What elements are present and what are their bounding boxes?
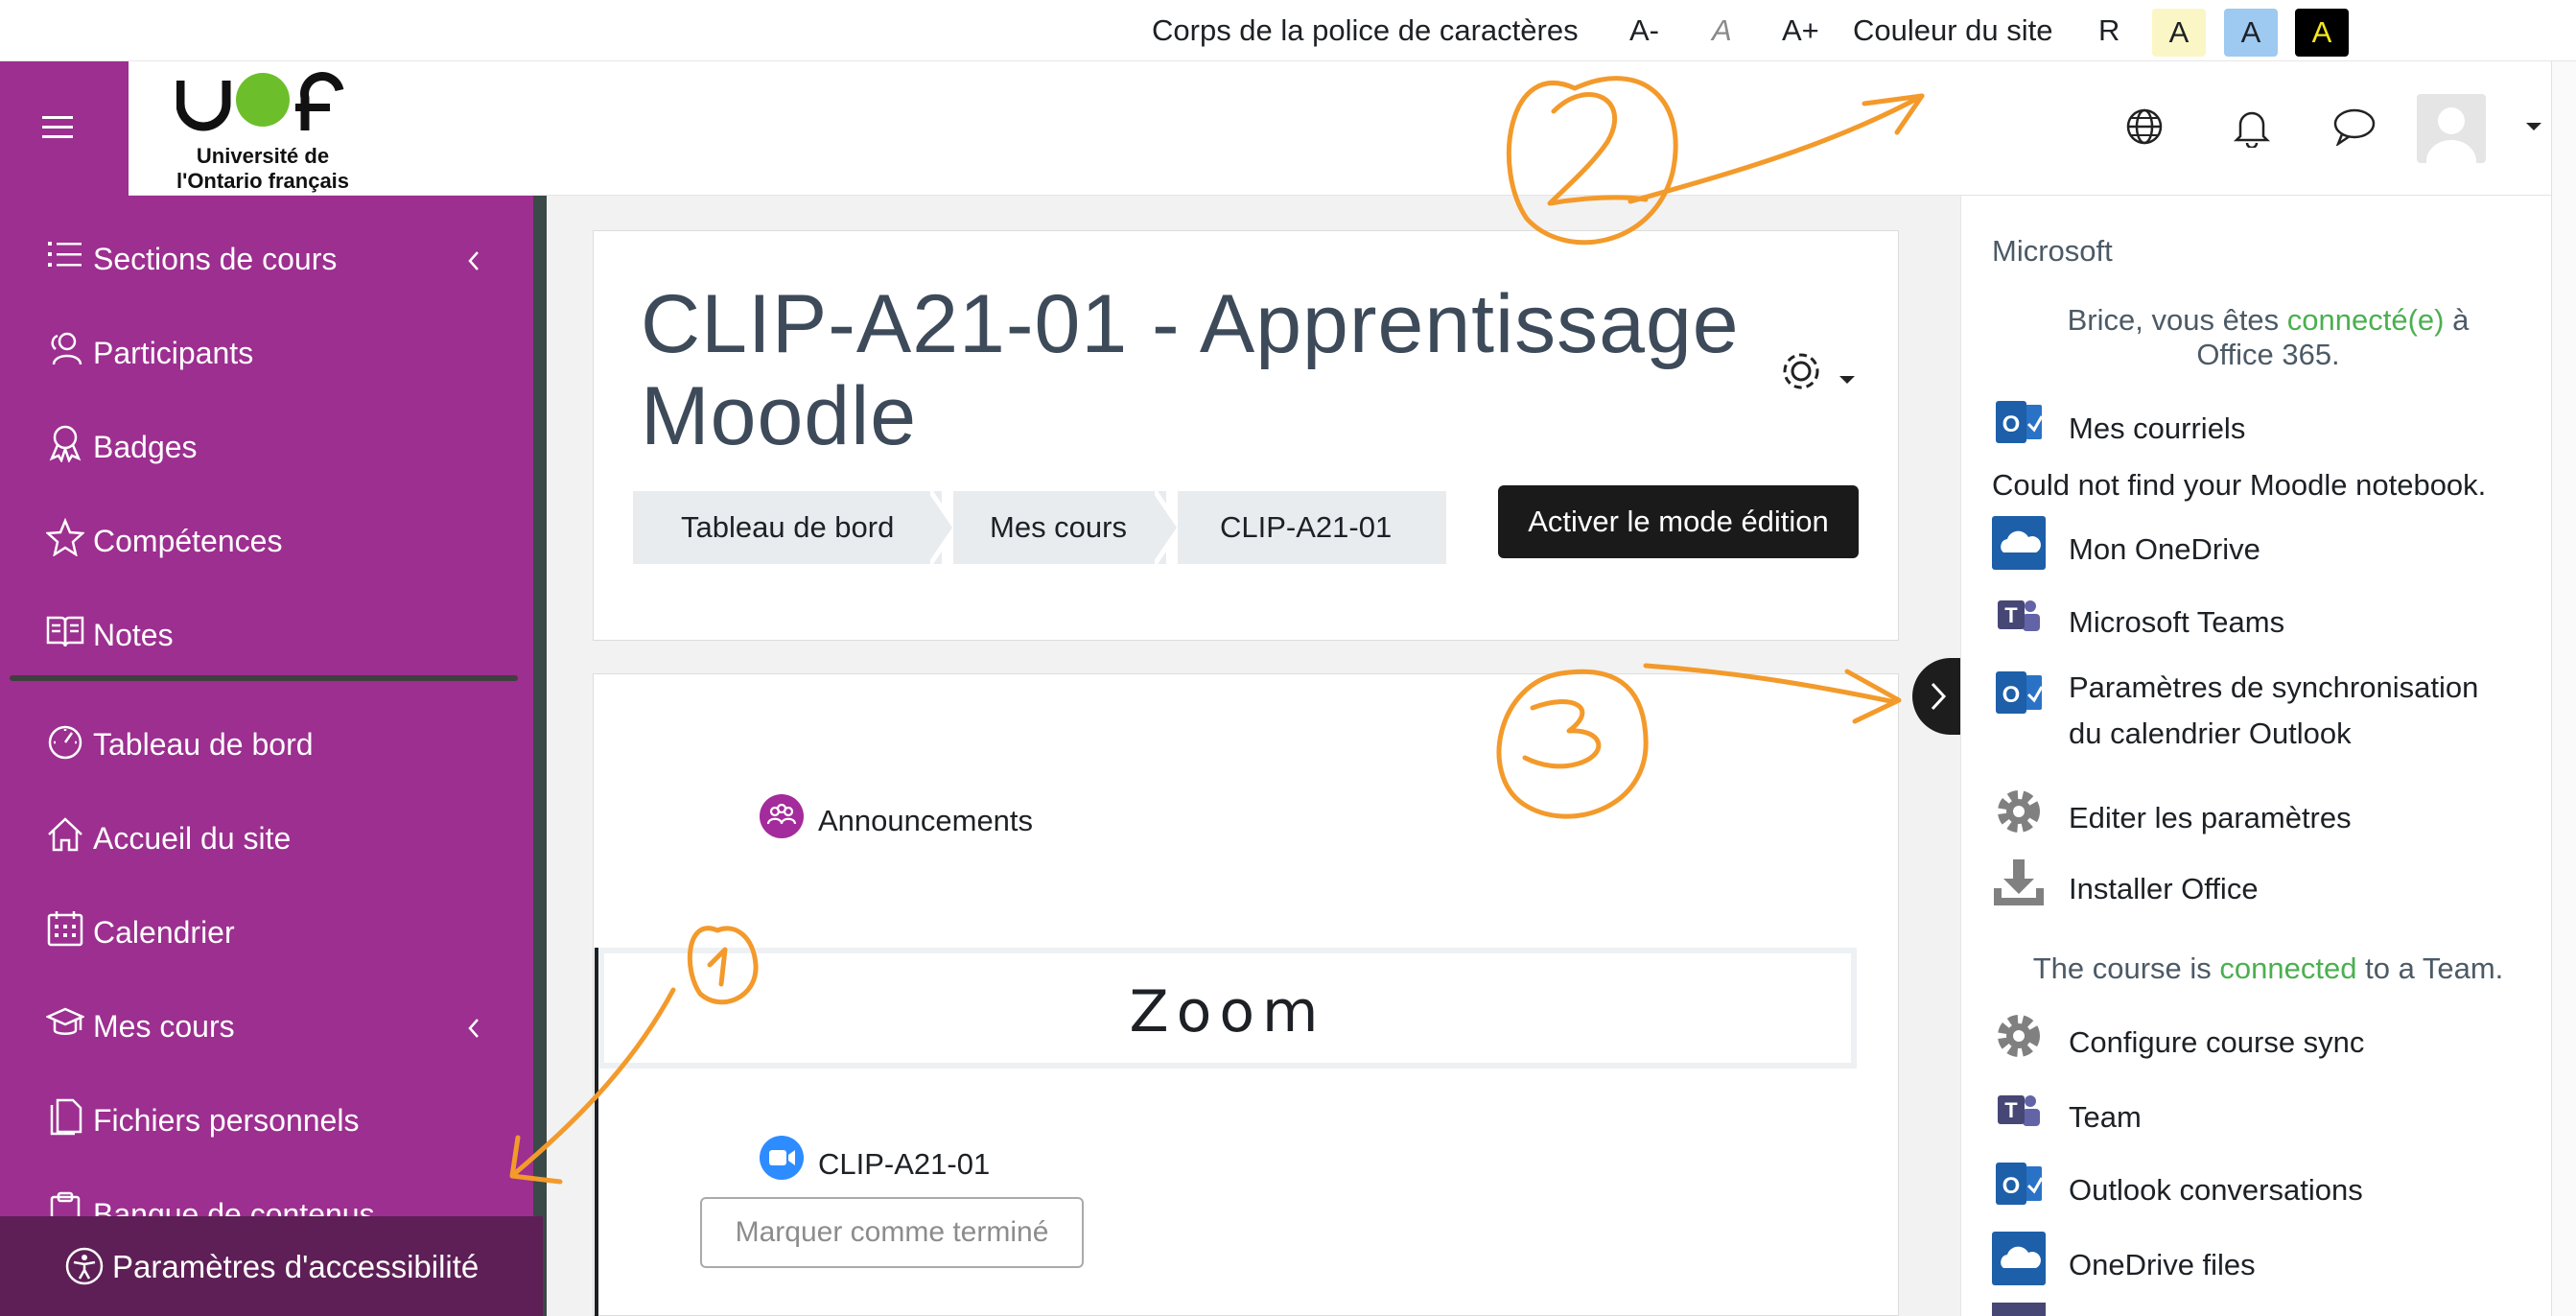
block-heading: Microsoft [1992, 234, 2113, 268]
logo-subtitle: Université de l'Ontario français [176, 144, 350, 193]
teams-icon: T [1998, 1095, 2040, 1126]
page-title: CLIP-A21-01 - Apprentissage Moodle [641, 278, 1740, 462]
page-scrollbar[interactable] [2551, 61, 2576, 1316]
onedrive-icon [1992, 1232, 2046, 1285]
outlook-icon: O [1996, 1163, 2044, 1205]
graduation-cap-icon [46, 1007, 84, 1035]
nav-item-dashboard[interactable]: Tableau de bord [0, 691, 533, 783]
nav-item-sections[interactable]: Sections de cours [0, 205, 533, 297]
zoom-activity-link[interactable]: CLIP-A21-01 [818, 1147, 990, 1182]
nav-label: Participants [93, 336, 254, 370]
breadcrumb-course[interactable]: CLIP-A21-01 [1178, 491, 1446, 564]
notebook-message: Could not find your Moodle notebook. [1992, 468, 2487, 502]
forum-icon [760, 794, 804, 838]
svg-text:T: T [2004, 603, 2018, 627]
uof-logo-mark [176, 72, 344, 131]
accessibility-settings-button[interactable]: Paramètres d'accessibilité [0, 1216, 543, 1316]
teams-icon [1992, 1303, 2046, 1316]
users-icon [51, 332, 82, 365]
color-blue-button[interactable]: A [2224, 9, 2278, 57]
chevron-left-icon [468, 251, 479, 270]
nav-label: Mes cours [93, 1009, 235, 1044]
dashboard-icon [48, 725, 82, 760]
course-settings-menu[interactable] [1774, 347, 1855, 395]
outlook-icon: O [1996, 671, 2044, 714]
team-connection-status: The course is connected to a Team. [2032, 952, 2504, 985]
nav-item-my-courses[interactable]: Mes cours [0, 973, 533, 1065]
list-icon [48, 242, 82, 267]
book-icon [46, 616, 84, 647]
nav-label: Accueil du site [93, 821, 292, 856]
badge-icon [49, 425, 82, 462]
gear-icon [1998, 790, 2040, 833]
site-logo[interactable] [176, 61, 349, 143]
font-decrease-button[interactable]: A- [1629, 13, 1659, 48]
nav-label: Sections de cours [93, 242, 338, 276]
accessibility-settings-label: Paramètres d'accessibilité [112, 1249, 480, 1284]
color-reset-button[interactable]: R [2098, 13, 2119, 48]
gear-icon [1998, 1015, 2040, 1057]
home-icon [48, 817, 82, 852]
nav-label: Fichiers personnels [93, 1103, 360, 1138]
accessibility-icon [65, 1247, 104, 1285]
nav-label: Calendrier [93, 915, 235, 950]
gear-icon [1783, 353, 1819, 389]
font-reset-button[interactable]: A [1712, 13, 1732, 48]
section-zoom: Zoom [598, 948, 1857, 1069]
breadcrumb-dashboard[interactable]: Tableau de bord [633, 491, 942, 564]
hamburger-icon [42, 126, 73, 129]
font-increase-button[interactable]: A+ [1782, 13, 1819, 48]
chevron-right-icon [1931, 682, 1947, 711]
file-icon [50, 1098, 82, 1136]
teams-icon: T [1998, 600, 2040, 631]
section-title: Zoom [1129, 978, 1326, 1046]
download-icon [1994, 859, 2044, 905]
nav-item-participants[interactable]: Participants [0, 299, 533, 391]
hamburger-menu-button[interactable] [0, 61, 129, 196]
nav-label: Tableau de bord [93, 727, 314, 762]
language-globe-icon[interactable] [2125, 107, 2164, 146]
user-avatar[interactable] [2417, 94, 2486, 163]
mark-done-button[interactable]: Marquer comme terminé [700, 1197, 1084, 1268]
nav-label: Compétences [93, 524, 283, 558]
site-color-label: Couleur du site [1853, 13, 2053, 47]
nav-item-competences[interactable]: Compétences [0, 487, 533, 579]
star-icon [46, 518, 84, 556]
chat-icon[interactable] [2332, 107, 2377, 146]
nav-divider [10, 675, 518, 681]
accessibility-toolbar: Corps de la police de caractères A- A A+… [0, 0, 2576, 61]
hamburger-icon [42, 135, 73, 138]
edit-mode-button[interactable]: Activer le mode édition [1498, 485, 1859, 558]
nav-item-site-home[interactable]: Accueil du site [0, 785, 533, 877]
svg-text:T: T [2004, 1098, 2018, 1122]
nav-item-calendar[interactable]: Calendrier [0, 879, 533, 971]
onedrive-icon [1992, 516, 2046, 570]
site-header: Université de l'Ontario français [0, 61, 2576, 196]
announcements-link[interactable]: Announcements [818, 804, 1033, 838]
nav-label: Notes [93, 618, 174, 652]
outlook-icon: O [1996, 401, 2044, 443]
nav-item-badges[interactable]: Badges [0, 393, 533, 485]
svg-text:O: O [2002, 1173, 2021, 1199]
nav-item-private-files[interactable]: Fichiers personnels [0, 1067, 533, 1159]
color-black-button[interactable]: A [2295, 9, 2349, 57]
svg-text:O: O [2002, 411, 2021, 437]
nav-item-notes[interactable]: Notes [0, 581, 533, 673]
drawer-scrollbar[interactable] [533, 196, 547, 1316]
calendar-icon [47, 911, 83, 947]
svg-text:O: O [2002, 682, 2021, 708]
color-yellow-button[interactable]: A [2152, 9, 2206, 57]
caret-down-icon [1839, 376, 1855, 384]
hamburger-icon [42, 116, 73, 119]
font-size-label: Corps de la police de caractères [1152, 13, 1579, 47]
nav-label: Badges [93, 430, 198, 464]
caret-down-icon[interactable] [2524, 121, 2543, 132]
zoom-icon [760, 1136, 804, 1180]
user-avatar-icon [2426, 107, 2476, 163]
bell-icon[interactable] [2233, 107, 2271, 148]
chevron-left-icon [468, 1019, 479, 1038]
breadcrumb-my-courses[interactable]: Mes cours [953, 491, 1166, 564]
o365-connection-status: Brice, vous êtes connecté(e) à Office 36… [2067, 303, 2470, 371]
